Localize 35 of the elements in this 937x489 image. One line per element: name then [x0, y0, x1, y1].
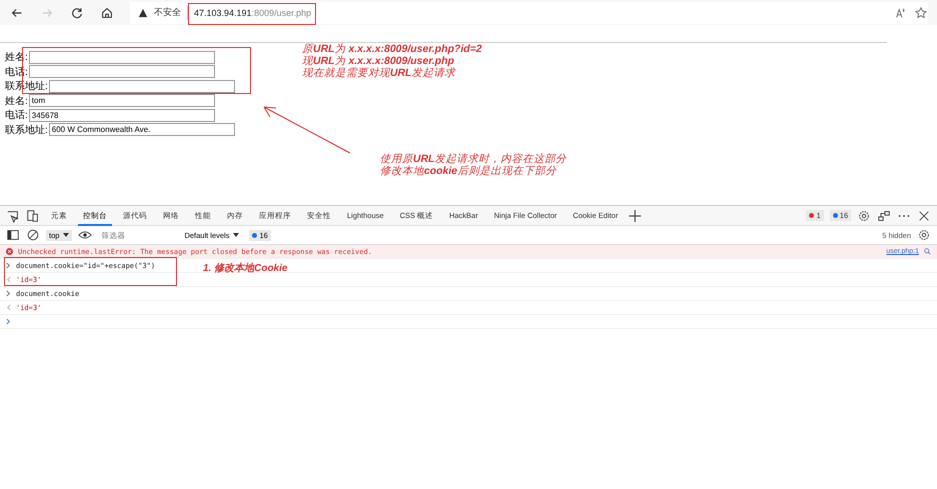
connection-icon[interactable]	[877, 208, 891, 222]
annotation-text: 原URL为 x.x.x.x:8009/user.php?id=2 现URL为 x.x.x.x:8009/user.php 现在就是需要对现URL发起请求	[302, 43, 482, 79]
settings-icon[interactable]	[857, 208, 871, 222]
warning-icon	[138, 8, 148, 18]
result-icon	[6, 276, 11, 283]
prompt-icon	[6, 262, 11, 269]
prompt-icon	[6, 290, 11, 297]
result-icon	[6, 304, 11, 311]
add-tab-icon[interactable]	[628, 210, 641, 222]
input-field[interactable]	[28, 50, 215, 64]
inspect-icon[interactable]	[6, 208, 20, 222]
field-label: 电话:	[5, 108, 28, 122]
clear-icon[interactable]	[26, 228, 40, 242]
dropdown-caret-icon	[233, 233, 240, 237]
security-label[interactable]: 不安全	[154, 6, 181, 19]
search-icon[interactable]	[924, 248, 931, 255]
device-icon[interactable]	[26, 208, 40, 222]
input-field[interactable]	[28, 65, 215, 78]
input-field[interactable]: tom	[28, 94, 215, 108]
reload-icon[interactable]	[70, 6, 84, 20]
sidebar-icon[interactable]	[6, 228, 20, 242]
dropdown-caret-icon	[63, 233, 70, 237]
error-icon	[6, 248, 13, 255]
field-label: 姓名:	[5, 94, 28, 108]
input-field[interactable]: 345678	[28, 108, 215, 122]
home-icon[interactable]	[100, 6, 114, 20]
annotation-text: 1. 修改本地Cookie	[203, 262, 288, 275]
settings-icon[interactable]	[917, 228, 931, 242]
close-icon[interactable]	[917, 208, 931, 222]
field-label: 联系地址:	[5, 124, 48, 137]
favorite-star-icon[interactable]	[914, 6, 928, 20]
input-field[interactable]	[48, 80, 235, 93]
prompt-icon[interactable]	[6, 318, 11, 325]
annotation-text: 使用原URL发起请求时，内容在这部分 修改本地cookie后则是出现在下部分	[380, 153, 567, 177]
input-field[interactable]: 600 W Commonwealth Ave.	[48, 123, 235, 136]
